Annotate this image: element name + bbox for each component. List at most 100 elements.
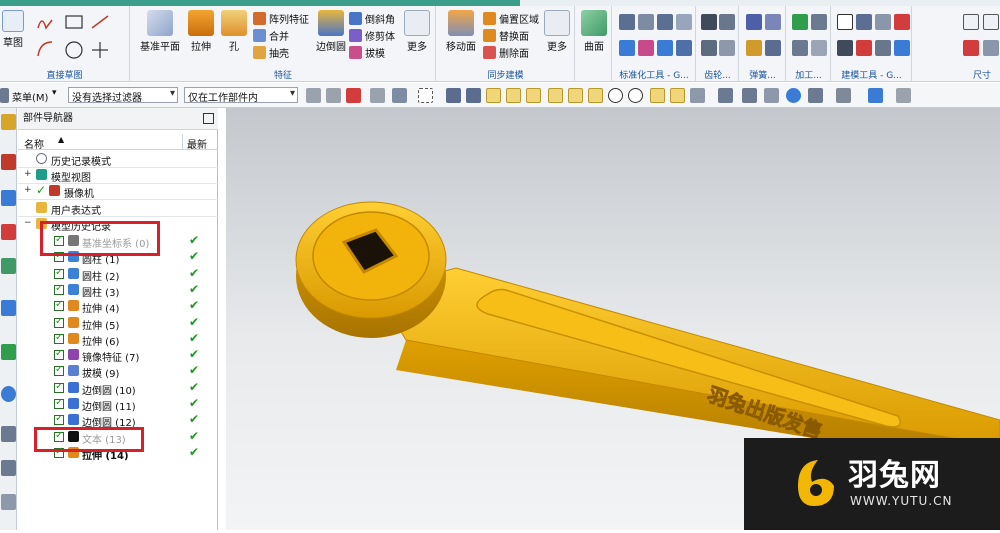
snap-quadrant-icon[interactable] [628,88,643,103]
std-tool-icon[interactable] [657,14,673,30]
snap-endpoint-icon[interactable] [486,88,501,103]
roles-tab-icon[interactable] [1,494,16,510]
view-icon[interactable] [718,88,733,103]
tree-item-camera[interactable]: + ✓ 摄像机 [18,183,218,200]
modeling-tool-icon[interactable] [837,40,853,56]
group-label-standard-tools[interactable]: 标准化工具 - G... [613,68,695,81]
column-latest[interactable]: 最新 [187,136,207,151]
extrude-button[interactable]: 拉伸 [183,10,219,53]
assembly-navigator-tab-icon[interactable] [1,154,16,170]
selection-scope-select[interactable]: 仅在工作部件内 [184,87,298,103]
group-label-modeling-tools[interactable]: 建模工具 - G... [832,68,911,81]
process-studio-tab-icon[interactable] [1,460,16,476]
view-orientation-icon[interactable] [808,88,823,103]
selection-filter-select[interactable]: 没有选择过滤器 [68,87,178,103]
feature-checkbox[interactable] [54,267,64,279]
dimension-icon[interactable] [983,40,999,56]
select-point-icon[interactable] [346,88,361,103]
machining-tool-icon[interactable] [792,40,808,56]
std-tool-icon[interactable] [619,40,635,56]
hd3d-tab-icon[interactable] [1,258,16,274]
sketch-button[interactable]: 草图 [0,10,26,49]
feature-row[interactable]: 拉伸 (4) ✔ [18,298,218,315]
snap-control-icon[interactable] [526,88,541,103]
feature-checkbox[interactable] [54,397,64,409]
select-mode-icon[interactable] [446,88,461,103]
replace-face-button[interactable]: 替换面 [483,27,529,43]
hole-button[interactable]: 孔 [219,10,249,53]
rotate-icon[interactable] [786,88,801,103]
spring-tool-icon[interactable] [765,40,781,56]
expand-icon[interactable]: + [24,185,32,195]
feature-row[interactable]: 边倒圆 (12)✔ [18,412,218,429]
offset-region-button[interactable]: 偏置区域 [483,10,539,26]
history-tab-icon[interactable] [1,344,16,360]
feature-row[interactable]: 拉伸 (5) ✔ [18,315,218,332]
sync-more-button[interactable]: 更多 [541,10,573,53]
std-tool-icon[interactable] [638,14,654,30]
modeling-tool-icon[interactable] [875,14,891,30]
datum-plane-button[interactable]: 基准平面 [137,10,183,53]
feature-checkbox[interactable] [54,299,64,311]
feature-checkbox[interactable] [54,381,64,393]
menu-button[interactable]: 菜单(M) [12,89,48,104]
feature-checkbox[interactable] [54,283,64,295]
snap-arc-center-icon[interactable] [608,88,623,103]
shell-button[interactable]: 抽壳 [253,44,289,60]
column-name[interactable]: 名称 [24,136,44,151]
std-tool-icon[interactable] [657,40,673,56]
filter-icon[interactable] [326,88,341,103]
feature-row[interactable]: 边倒圆 (10) ✔ [18,380,218,397]
delete-face-button[interactable]: 删除面 [483,44,529,60]
reuse-library-tab-icon[interactable] [1,224,16,240]
feature-row[interactable]: 圆柱 (3) ✔ [18,282,218,299]
chamfer-button[interactable]: 倒斜角 [349,10,395,26]
feature-row[interactable]: 圆柱 (2) ✔ [18,266,218,283]
clock-icon[interactable] [1,386,16,402]
snap-curve-icon[interactable] [568,88,583,103]
filter-icon[interactable] [370,88,385,103]
group-label-spring[interactable]: 弹簧... [740,68,785,81]
edge-blend-button[interactable]: 边倒圆 [311,10,351,53]
filter-icon[interactable] [392,88,407,103]
gear-tool-icon[interactable] [719,14,735,30]
std-tool-icon[interactable] [676,40,692,56]
expand-icon[interactable]: + [24,169,32,179]
feature-checkbox[interactable] [54,316,64,328]
machining-tool-icon[interactable] [811,14,827,30]
snap-on-curve-icon[interactable] [670,88,685,103]
gear-tool-icon[interactable] [719,40,735,56]
feature-row[interactable]: 拉伸 (6) ✔ [18,331,218,348]
tree-item-model-views[interactable]: + 模型视图 [18,167,218,184]
spring-tool-icon[interactable] [765,14,781,30]
snap-midpoint-icon[interactable] [506,88,521,103]
shaded-icon[interactable] [868,88,883,103]
snap-on-face-icon[interactable] [690,88,705,103]
surface-button[interactable]: 曲面 [576,10,612,53]
collapse-icon[interactable]: − [24,218,32,228]
unite-button[interactable]: 合并 [253,27,289,43]
tree-item-user-expressions[interactable]: 用户表达式 [18,200,218,217]
trim-body-button[interactable]: 修剪体 [349,27,395,43]
feature-checkbox[interactable] [54,348,64,360]
dimension-icon[interactable] [983,14,999,30]
system-material-tab-icon[interactable] [1,426,16,442]
sort-up-icon[interactable]: ▲ [58,135,64,144]
machining-tool-icon[interactable] [792,14,808,30]
group-label-machining[interactable]: 加工... [787,68,830,81]
sketch-tools-icons[interactable] [34,12,122,64]
view-icon[interactable] [764,88,779,103]
spring-tool-icon[interactable] [746,40,762,56]
render-style-icon[interactable] [836,88,851,103]
group-label-gear[interactable]: 齿轮... [697,68,738,81]
modeling-tool-icon[interactable] [894,14,910,30]
machining-tool-icon[interactable] [811,40,827,56]
feature-checkbox[interactable] [54,413,64,425]
std-tool-icon[interactable] [619,14,635,30]
constraint-navigator-tab-icon[interactable] [1,190,16,206]
modeling-tool-icon[interactable] [875,40,891,56]
spring-tool-icon[interactable] [746,14,762,30]
menu-icon[interactable] [0,88,9,103]
view-icon[interactable] [742,88,757,103]
visibility-icon[interactable] [896,88,911,103]
